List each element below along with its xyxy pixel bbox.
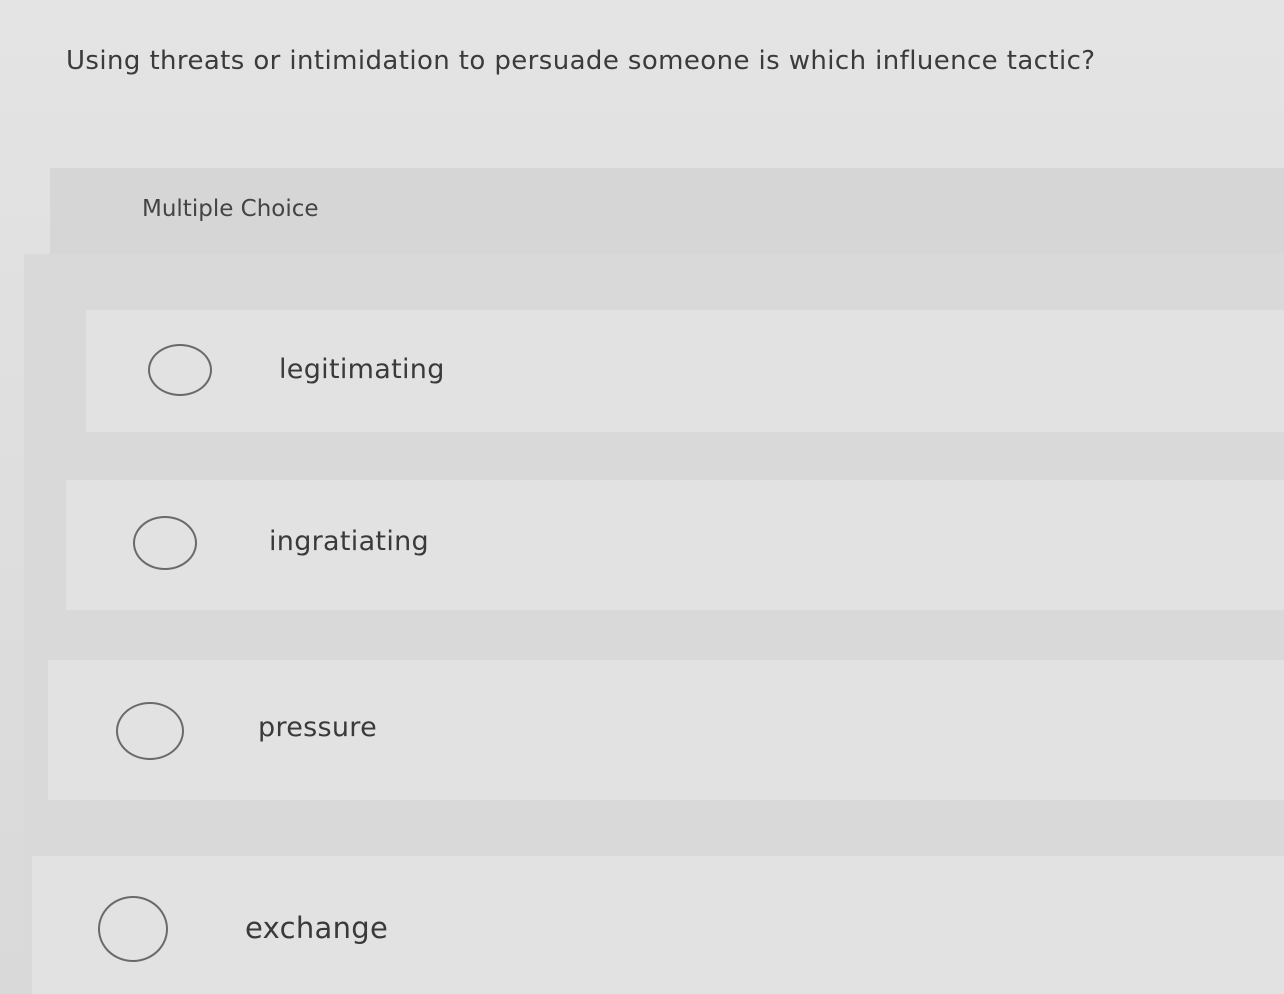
option-label-legitimating: legitimating <box>279 354 445 385</box>
radio-exchange[interactable] <box>98 896 168 962</box>
multiple-choice-header: Multiple Choice <box>50 168 1284 254</box>
option-label-pressure: pressure <box>258 712 378 743</box>
option-label-exchange: exchange <box>245 911 389 945</box>
option-ingratiating[interactable]: ingratiating <box>66 480 1284 610</box>
option-exchange[interactable]: exchange <box>32 856 1284 994</box>
option-label-ingratiating: ingratiating <box>269 526 429 557</box>
radio-pressure[interactable] <box>116 702 184 760</box>
question-text: Using threats or intimidation to persuad… <box>66 46 1096 76</box>
radio-ingratiating[interactable] <box>133 516 197 570</box>
option-legitimating[interactable]: legitimating <box>86 310 1284 432</box>
multiple-choice-label: Multiple Choice <box>142 196 319 222</box>
option-pressure[interactable]: pressure <box>48 660 1284 800</box>
radio-legitimating[interactable] <box>148 344 212 396</box>
